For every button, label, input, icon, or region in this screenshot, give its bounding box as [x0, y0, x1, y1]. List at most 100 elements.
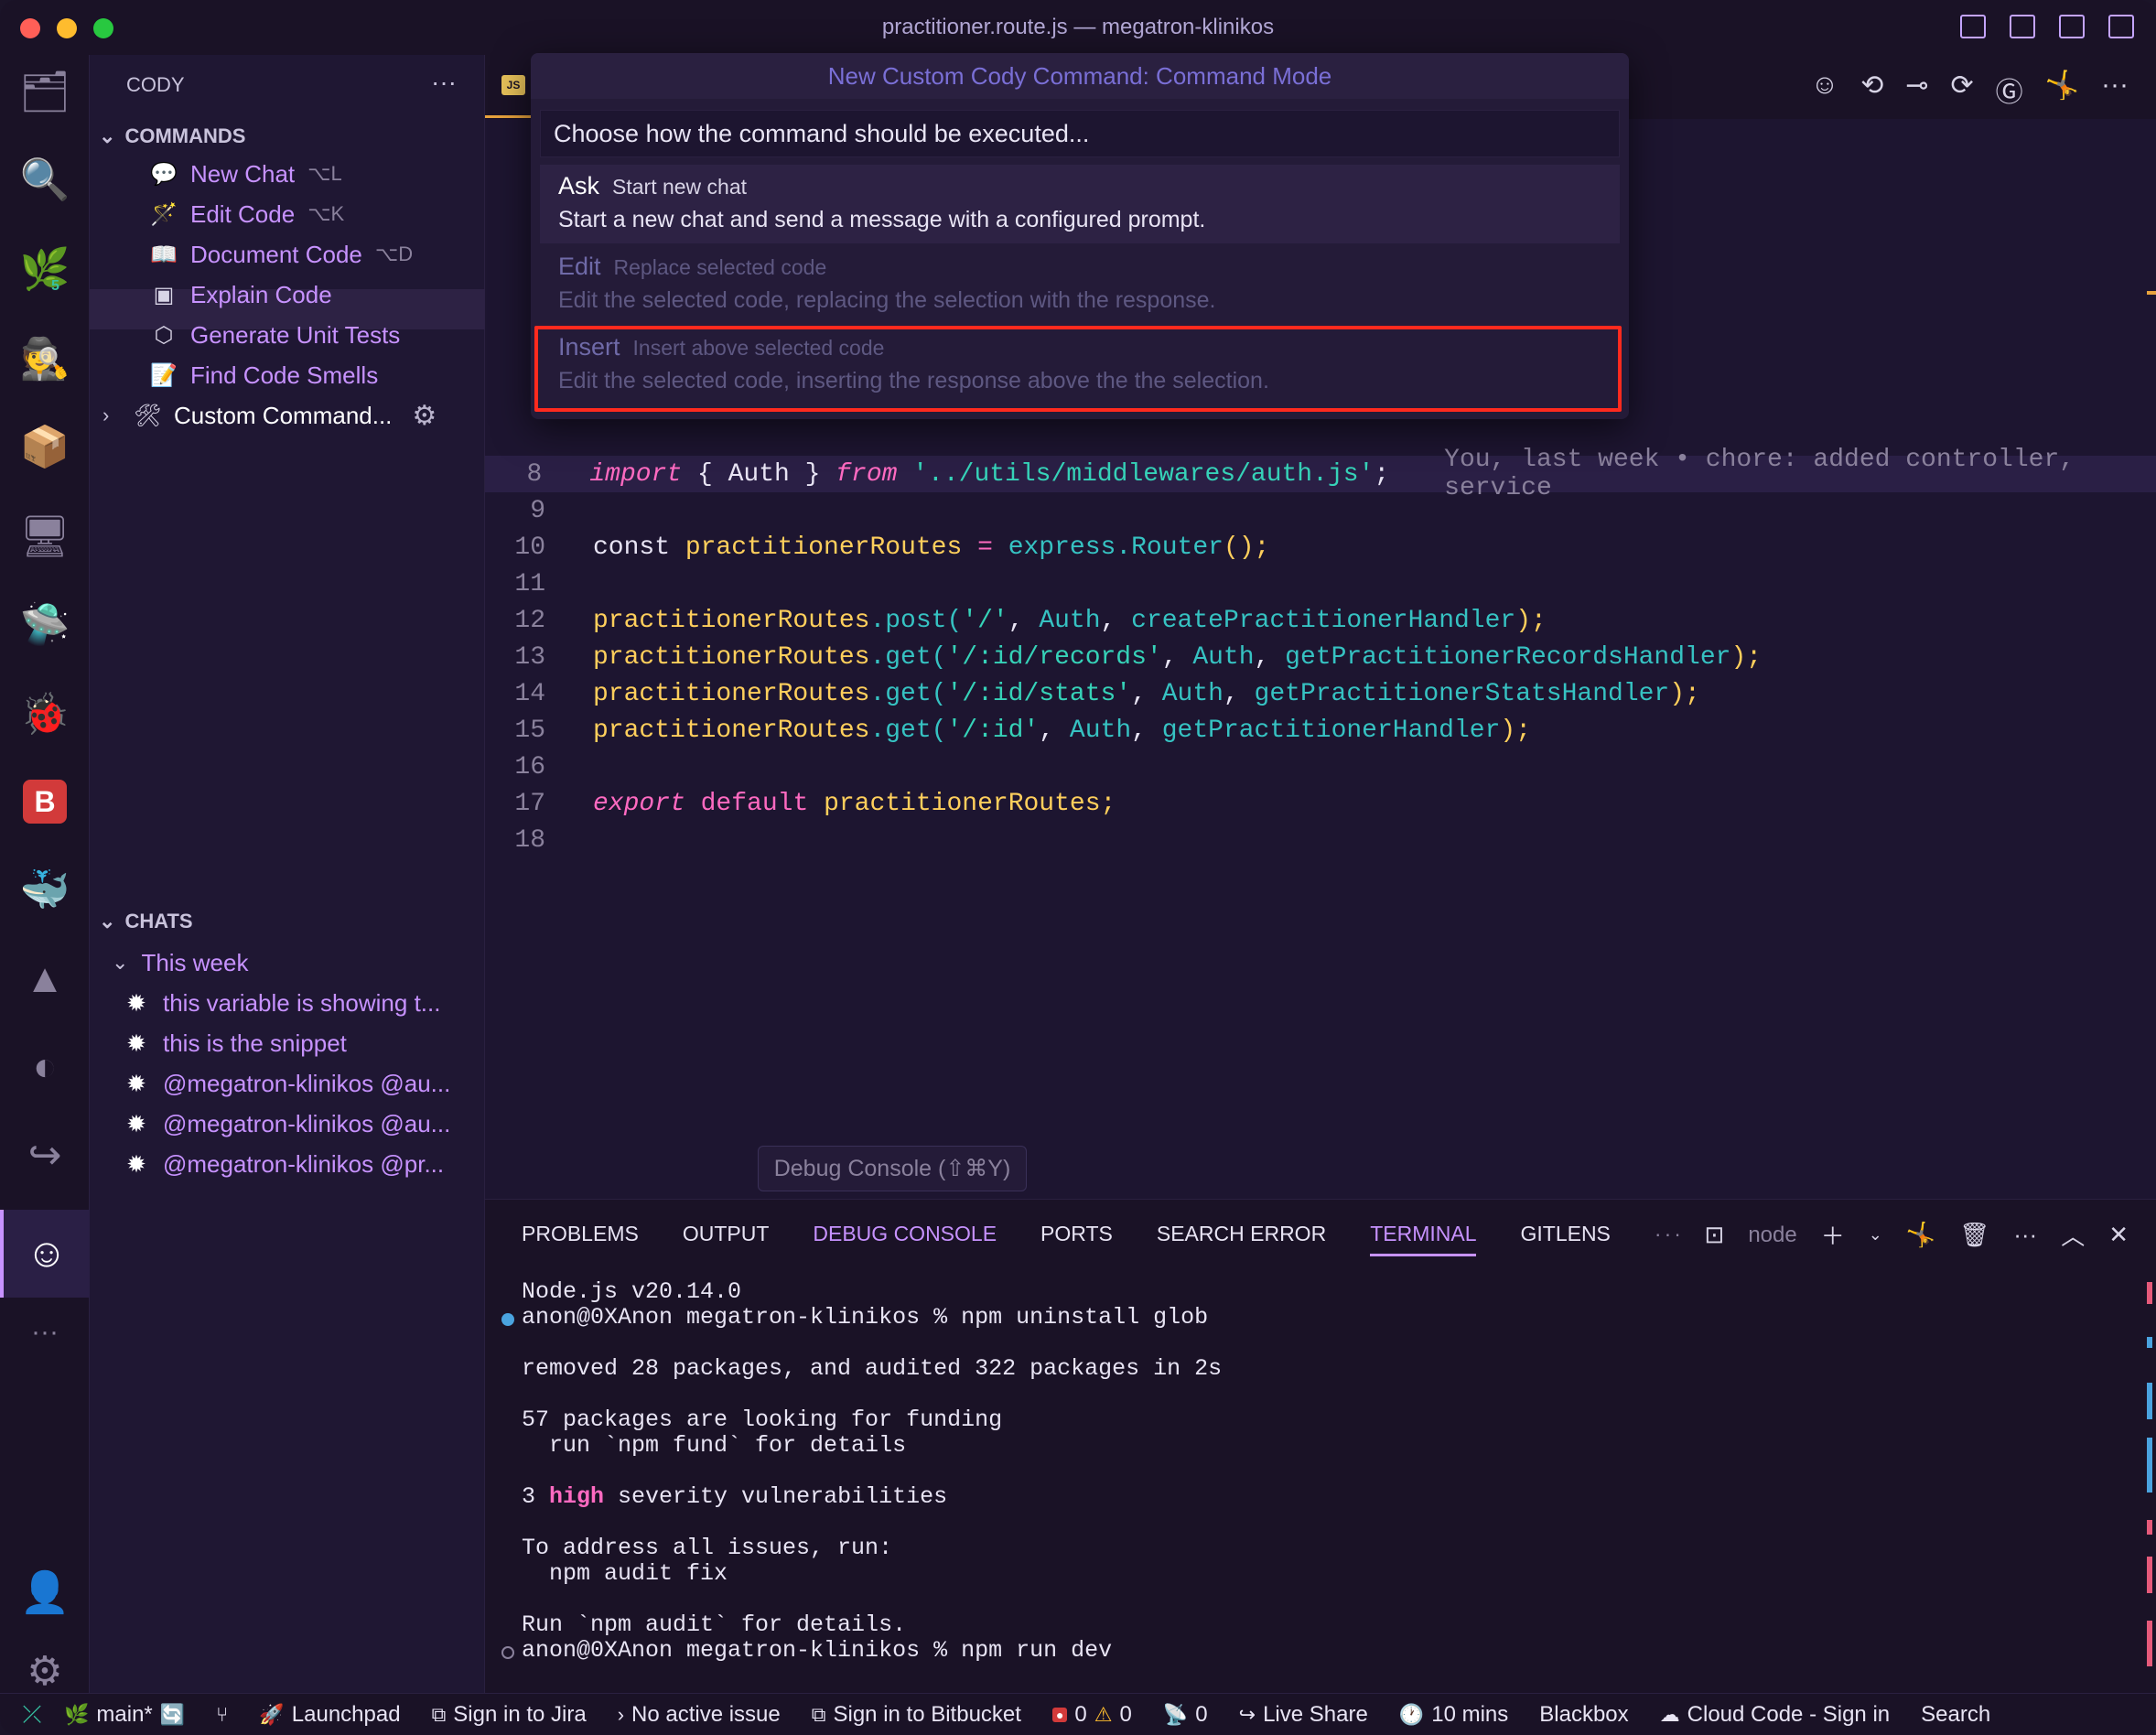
terminal-scrollbar[interactable] [2145, 1282, 2152, 1676]
quick-pick-input[interactable]: Choose how the command should be execute… [540, 110, 1620, 157]
tab-debug-console[interactable]: DEBUG CONSOLE [813, 1222, 997, 1256]
chat-history-item[interactable]: ✹ @megatron-klinikos @au... [123, 1065, 450, 1102]
command-new-chat[interactable]: 💬 New Chat ⌥L [150, 156, 342, 192]
method-call: .get( [869, 642, 947, 672]
tab-search-error[interactable]: SEARCH ERROR [1157, 1222, 1326, 1256]
command-generate-unit-tests[interactable]: ⬡ Generate Unit Tests [150, 317, 401, 353]
commands-section-header[interactable]: ⌄ COMMANDS [99, 124, 245, 148]
launchpad-status[interactable]: 🚀 Launchpad [259, 1702, 400, 1728]
issue-status[interactable]: › No active issue [618, 1702, 781, 1728]
code-line: 12 practitionerRoutes.post('/', Auth, cr… [485, 602, 2156, 639]
blackbox-runner-icon[interactable]: 🤸 [2045, 70, 2079, 110]
toggle-primary-sidebar-icon[interactable] [1960, 15, 1986, 38]
problems-status[interactable]: ● 0 ⚠ 0 [1051, 1702, 1132, 1728]
git-graph-icon[interactable]: Ⓖ [1996, 70, 2023, 110]
command-label: Custom Command... [174, 401, 393, 429]
more-actions-icon[interactable]: ··· [2101, 70, 2129, 110]
chat-history-item[interactable]: ✹ @megatron-klinikos @au... [123, 1105, 450, 1142]
spy-extension-icon[interactable]: 🕵 [0, 322, 90, 395]
ports-status[interactable]: 📡 0 [1163, 1702, 1208, 1728]
git-commit-icon[interactable]: ⊸ [1905, 70, 1928, 110]
status-label: Sign in to Bitbucket [833, 1701, 1021, 1727]
customize-layout-icon[interactable] [2108, 15, 2134, 38]
method-call: .post( [869, 606, 963, 635]
live-share-status[interactable]: ↪ Live Share [1239, 1702, 1368, 1728]
settings-gear-icon[interactable]: ⚙ [0, 1643, 90, 1698]
command-edit-code[interactable]: 🪄 Edit Code ⌥K [150, 196, 344, 232]
search-icon[interactable]: 🔍 [0, 143, 90, 216]
package-extension-icon[interactable]: 📦 [0, 410, 90, 483]
cody-sidebar: CODY ··· ⌄ COMMANDS 💬 New Chat ⌥L 🪄 Edit… [90, 55, 485, 1693]
new-terminal-icon[interactable]: ＋ [1821, 1218, 1845, 1252]
mode-option-ask[interactable]: Ask Start new chat Start a new chat and s… [540, 165, 1620, 243]
remote-explorer-icon[interactable]: 🖥 [0, 500, 90, 573]
toggle-panel-icon[interactable] [2010, 15, 2035, 38]
minimize-window-button[interactable] [57, 18, 77, 38]
source-control-icon[interactable]: 🌿 5 [0, 232, 90, 306]
go-back-icon[interactable]: ⟲ [1860, 70, 1883, 110]
close-window-button[interactable] [20, 18, 40, 38]
tab-ports[interactable]: PORTS [1040, 1222, 1113, 1256]
chat-history-item[interactable]: ✹ this is the snippet [123, 1025, 347, 1061]
maximize-window-button[interactable] [93, 18, 113, 38]
mode-option-edit[interactable]: Edit Replace selected code Edit the selec… [540, 245, 1620, 324]
more-views-icon[interactable]: ··· [0, 1296, 90, 1369]
remote-indicator-icon[interactable]: ⤫ [0, 1700, 64, 1730]
database-icon[interactable]: 🛸 [0, 587, 90, 661]
tab-gitlens[interactable]: GITLENS [1520, 1222, 1610, 1256]
option-description: Start new chat [612, 175, 748, 199]
jira-status[interactable]: ⧉ Sign in to Jira [432, 1702, 587, 1728]
line-number: 11 [514, 569, 545, 598]
chat-history-item[interactable]: ✹ this variable is showing t... [123, 985, 440, 1021]
blackbox-b-icon[interactable]: B [0, 765, 90, 838]
chat-history-item[interactable]: ✹ @megatron-klinikos @pr... [123, 1146, 444, 1182]
cody-icon[interactable]: ☺ [0, 1210, 90, 1298]
command-running-dot-icon[interactable] [501, 1646, 514, 1659]
command-label: Generate Unit Tests [190, 320, 401, 349]
cody-smile-icon[interactable]: ☺ [1811, 70, 1839, 110]
command-find-code-smells[interactable]: 📝 Find Code Smells [150, 357, 378, 393]
command-custom-command[interactable]: › 🛠 Custom Command... ⚙ [102, 397, 437, 434]
tab-terminal[interactable]: TERMINAL [1370, 1222, 1477, 1256]
close-panel-icon[interactable]: ✕ [2108, 1221, 2129, 1249]
js-file-icon[interactable]: JS [501, 75, 525, 95]
live-share-icon[interactable]: ↪ [0, 1118, 90, 1191]
search-status[interactable]: Search [1921, 1702, 1990, 1728]
configure-gear-icon[interactable]: ⚙ [412, 400, 437, 432]
maximize-panel-chevron-up-icon[interactable]: ︿ [2061, 1218, 2085, 1252]
bitbucket-status[interactable]: ⧉ Sign in to Bitbucket [812, 1702, 1021, 1728]
docker-icon[interactable]: 🐳 [0, 853, 90, 926]
git-branch-status[interactable]: 🌿 main* 🔄 [64, 1702, 185, 1728]
more-actions-icon[interactable]: ··· [2013, 1221, 2037, 1249]
chats-group-this-week[interactable]: ⌄ This week [112, 944, 248, 981]
chats-section-header[interactable]: ⌄ CHATS [99, 910, 193, 933]
wand-icon: 🪄 [150, 201, 178, 227]
sidebar-more-actions-button[interactable]: ··· [431, 68, 457, 97]
debug-icon[interactable]: 🐞 [0, 677, 90, 750]
terminal-name[interactable]: node [1748, 1223, 1796, 1248]
code-text: ); [1515, 606, 1547, 635]
time-tracking-status[interactable]: 🕐 10 mins [1399, 1702, 1508, 1728]
chevron-right-icon: › [617, 1702, 625, 1726]
chevron-down-icon[interactable]: ⌄ [1869, 1225, 1882, 1245]
account-icon[interactable]: 👤 [0, 1556, 90, 1629]
azure-icon[interactable]: ▲ [0, 943, 90, 1016]
identifier: practitionerRoutes [593, 642, 870, 672]
cloud-code-status[interactable]: ☁ Cloud Code - Sign in [1660, 1702, 1890, 1728]
explorer-icon[interactable]: 🗂 [0, 55, 90, 128]
blackbox-status[interactable]: Blackbox [1539, 1702, 1628, 1728]
command-document-code[interactable]: 📖 Document Code ⌥D [150, 236, 413, 273]
git-graph-status[interactable]: ⑂ [216, 1703, 228, 1727]
command-success-dot-icon[interactable] [501, 1313, 514, 1326]
tab-output[interactable]: OUTPUT [683, 1222, 770, 1256]
tab-problems[interactable]: PROBLEMS [522, 1222, 639, 1256]
command-explain-code[interactable]: ▣ Explain Code [150, 276, 332, 313]
identifier: Auth [1192, 642, 1255, 672]
more-tabs-button[interactable]: ··· [1655, 1222, 1684, 1256]
gitlens-icon[interactable]: ◐ [0, 1030, 90, 1104]
go-forward-icon[interactable]: ⟳ [1951, 70, 1974, 110]
blackbox-runner-icon[interactable]: 🤸 [1906, 1221, 1935, 1249]
code-text: (); [1223, 533, 1270, 562]
toggle-secondary-sidebar-icon[interactable] [2059, 15, 2085, 38]
kill-terminal-trash-icon[interactable]: 🗑 [1959, 1221, 1989, 1249]
